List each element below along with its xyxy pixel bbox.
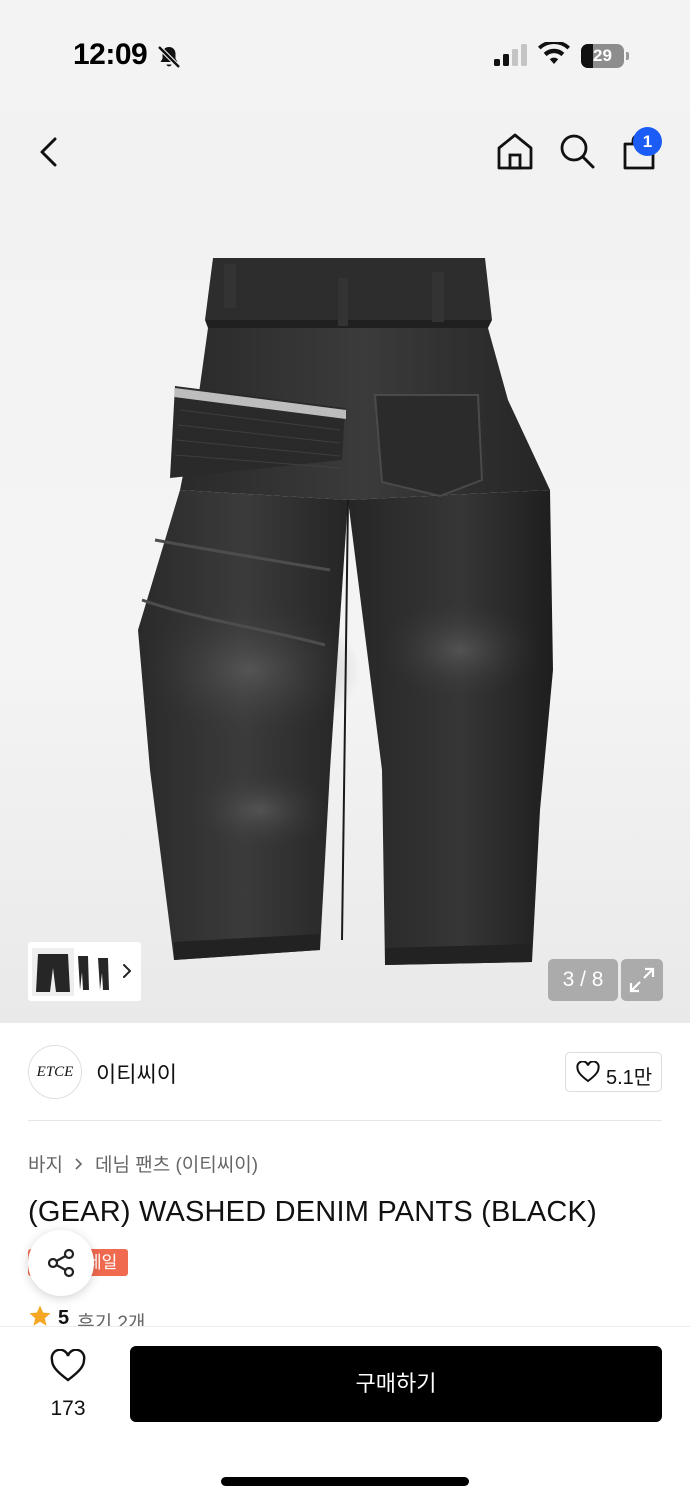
- product-title: (GEAR) WASHED DENIM PANTS (BLACK): [28, 1196, 597, 1228]
- status-bar: 12:09 29: [0, 0, 690, 110]
- brand-like-count: 5.1만: [606, 1067, 653, 1089]
- heart-outline-icon: [50, 1349, 86, 1382]
- cart-count-badge: 1: [633, 127, 662, 156]
- gallery-page-indicator: 3 / 8: [548, 959, 618, 1001]
- back-chevron-icon[interactable]: [30, 132, 70, 172]
- review-count[interactable]: 후기 2개: [77, 1308, 145, 1328]
- rating-row[interactable]: 5 후기 2개: [28, 1304, 145, 1328]
- brand-logo[interactable]: ETCE: [28, 1045, 82, 1099]
- search-icon[interactable]: [556, 130, 598, 172]
- chevron-right-icon[interactable]: [120, 960, 134, 982]
- buy-button[interactable]: 구매하기: [130, 1346, 662, 1422]
- share-button[interactable]: [28, 1230, 94, 1296]
- home-icon[interactable]: [494, 130, 536, 172]
- signal-icon: [494, 44, 527, 66]
- thumbnail-strip[interactable]: [28, 942, 141, 1001]
- chevron-right-icon: [75, 1157, 83, 1170]
- divider: [28, 1120, 662, 1121]
- brand-name[interactable]: 이티씨이: [96, 1057, 177, 1089]
- status-time: 12:09: [73, 38, 148, 71]
- battery-icon: 29: [581, 44, 629, 68]
- breadcrumb-item[interactable]: 데님 팬츠 (이티씨이): [95, 1150, 258, 1177]
- thumbnail-image[interactable]: [32, 948, 74, 996]
- wishlist-count: 173: [50, 1397, 86, 1420]
- battery-percent: 29: [593, 46, 612, 65]
- heart-outline-icon: [576, 1061, 600, 1083]
- star-icon: [29, 1305, 51, 1326]
- home-indicator: [221, 1477, 469, 1486]
- wifi-icon: [538, 42, 570, 64]
- bell-slash-icon: [157, 45, 181, 69]
- product-image[interactable]: [120, 250, 570, 970]
- bottom-action-bar: 173 구매하기: [0, 1326, 690, 1500]
- breadcrumb: 바지 데님 팬츠 (이티씨이): [28, 1150, 258, 1177]
- rating-value: 5: [58, 1307, 70, 1328]
- expand-arrows-icon[interactable]: [621, 959, 663, 1001]
- wishlist-button[interactable]: 173: [28, 1347, 108, 1427]
- brand-like-button[interactable]: 5.1만: [565, 1052, 662, 1092]
- expand-button[interactable]: [621, 959, 663, 1001]
- share-icon[interactable]: [45, 1247, 77, 1279]
- brand-row[interactable]: ETCE 이티씨이 5.1만: [0, 1023, 690, 1121]
- thumbnail-image[interactable]: [74, 948, 114, 996]
- breadcrumb-item[interactable]: 바지: [28, 1150, 63, 1177]
- product-gallery[interactable]: 1 3 / 8: [0, 110, 690, 1023]
